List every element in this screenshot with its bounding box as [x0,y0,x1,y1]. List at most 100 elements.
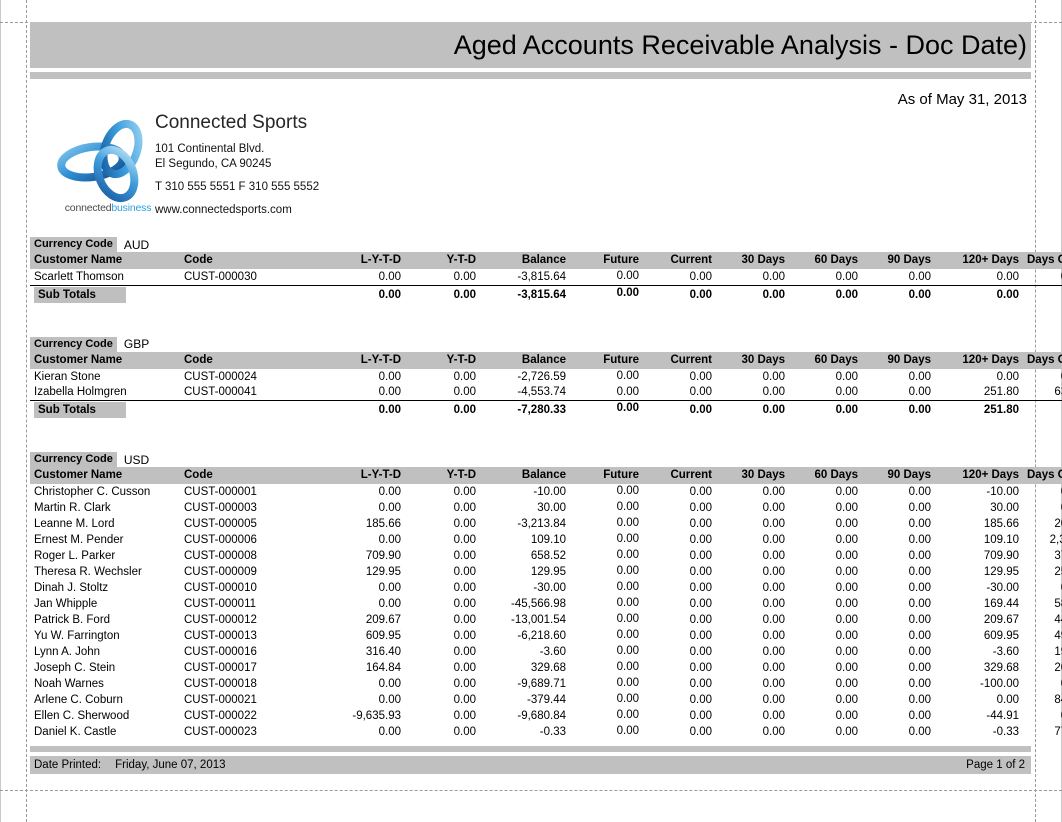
cell-d90: 0.00 [908,550,931,562]
cell-d120: 251.80 [935,384,1023,401]
cell-future: 0.00 [616,597,639,609]
cell-customer-code: CUST-000022 [184,710,257,722]
subtotal-row: Sub Totals 0.00 0.00 -3,815.64 0.00 0.00 0.00… [30,285,1062,304]
cell-customer-code: CUST-000021 [184,694,257,706]
cell-d60: 0.00 [835,646,858,658]
cell-current: 0.00 [689,534,712,546]
margin-guide-left [26,0,27,822]
cell-d30: 0.00 [762,726,785,738]
company-info: Connected Sports 101 Continental Blvd. E… [155,112,319,218]
cell-future: 0.00 [570,384,643,401]
cell-overdue: 777 [1054,726,1062,738]
cell-overdue: 2,334 [1049,534,1062,546]
cell-future: 0.00 [616,501,639,513]
logo-word-connected: connected [64,202,112,214]
cell-d60: 0.00 [835,598,858,610]
cell-d90: 0.00 [908,598,931,610]
cell-ytd: 0.00 [453,370,476,383]
cell-future: 0.00 [616,725,639,737]
cell-d90: 0.00 [908,630,931,642]
cell-ytd: 0.00 [453,630,476,642]
page-title: Aged Accounts Receivable Analysis - Doc … [453,30,1027,60]
cell-d120: -44.91 [986,710,1019,722]
cell-d90: 0.00 [862,384,935,401]
subtotal-d120: 0.00 [996,288,1019,301]
cell-customer-code: CUST-000009 [184,566,257,578]
subtotal-d120: 251.80 [983,404,1019,416]
subtotal-d30: 0.00 [762,288,785,301]
cell-current: 0.00 [643,384,716,401]
subtotal-current: 0.00 [689,404,712,416]
subtotal-overdue [1023,401,1062,420]
cell-d90: 0.00 [908,486,931,498]
column-header: Balance [480,467,570,484]
cell-customer-code: CUST-000003 [184,502,257,514]
column-header: Current [643,351,716,369]
column-header: 30 Days [716,467,789,484]
cell-balance: -4,553.74 [480,384,570,401]
subtotal-lytd: 0.00 [378,288,401,301]
column-header: Days Overdue [1023,351,1062,369]
table-row: Yu W. Farrington CUST-000013 609.95 0.00 -6,… [30,628,1062,644]
table-header-row: Customer Name Code L-Y-T-D Y-T-D Balance Futu… [30,252,1062,269]
currency-code-row: Currency Code GBP [30,336,1031,352]
subtotal-balance: -3,815.64 [517,288,566,301]
cell-balance: 30.00 [537,502,566,514]
cell-d60: 0.00 [835,518,858,530]
margin-guide-bottom [0,790,1062,791]
subtotal-blank-cell [180,401,310,420]
cell-d90: 0.00 [908,582,931,594]
logo-wordmark: connectedbusiness [52,202,164,214]
cell-d90: 0.00 [908,566,931,578]
logo-knot-icon [57,119,143,203]
cell-d60: 0.00 [835,550,858,562]
cell-overdue: 193 [1054,646,1062,658]
cell-d120: -0.33 [992,726,1019,738]
cell-ytd: 0.00 [453,646,476,658]
title-underline-rule [30,72,1031,79]
currency-code-label: Currency Code [30,452,117,468]
cell-balance: 329.68 [530,662,566,674]
column-header: Future [570,351,643,369]
table-row: Daniel K. Castle CUST-000023 0.00 0.00 -0.33… [30,724,1062,740]
cell-customer-code: CUST-000006 [184,534,257,546]
cell-d120: -100.00 [979,678,1019,690]
page-indicator: Page 1 of 2 [966,759,1025,771]
cell-customer-name: Ernest M. Pender [34,534,124,546]
table-row: Arlene C. Coburn CUST-000021 0.00 0.00 -379.… [30,692,1062,708]
column-header: 30 Days [716,351,789,369]
column-header: 60 Days [789,467,862,484]
cell-d30: 0.00 [762,502,785,514]
cell-ytd: 0.00 [453,726,476,738]
cell-d120: 185.66 [983,518,1019,530]
cell-future: 0.00 [570,269,643,286]
column-header: Balance [480,351,570,369]
cell-d30: 0.00 [762,518,785,530]
cell-future: 0.00 [616,565,639,577]
cell-ytd: 0.00 [453,710,476,722]
currency-group: Currency Code AUD Customer Name Code L-Y-T-D… [30,236,1062,304]
cell-balance: -9,689.71 [517,678,566,690]
cell-d60: 0.00 [835,630,858,642]
cell-lytd: 185.66 [365,518,401,530]
cell-d30: 0.00 [762,534,785,546]
cell-d120: 30.00 [990,502,1019,514]
footer-rule [30,746,1031,752]
subtotal-future: 0.00 [616,286,639,299]
cell-ytd: 0.00 [453,694,476,706]
subtotal-current: 0.00 [689,288,712,301]
column-header: Future [570,467,643,484]
cell-current: 0.00 [689,710,712,722]
cell-customer-code: CUST-000010 [184,582,257,594]
cell-future: 0.00 [616,645,639,657]
cell-current: 0.00 [689,630,712,642]
column-header: 90 Days [862,467,935,484]
cell-overdue: 842 [1054,694,1062,706]
cell-overdue: 0 [1023,676,1062,692]
subtotal-row: Sub Totals 0.00 0.00 -7,280.33 0.00 0.00 0.00… [30,401,1062,420]
cell-overdue: 582 [1054,598,1062,610]
column-header: 60 Days [789,351,862,369]
cell-d60: 0.00 [835,486,858,498]
cell-customer-name: Jan Whipple [34,598,98,610]
